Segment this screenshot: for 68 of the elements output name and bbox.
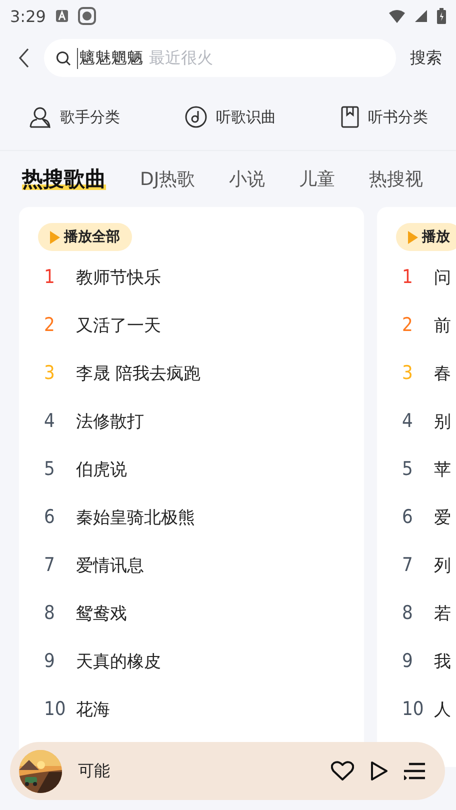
search-field[interactable]: 魑魅魍魉 最近很火 [44, 39, 396, 77]
song-title[interactable]: 秦始皇骑北极熊 [76, 506, 195, 528]
rank-number: 5 [44, 458, 56, 480]
song-title[interactable]: 鸳鸯戏 [76, 602, 127, 624]
rank-number: 10 [44, 698, 67, 720]
rank-number: 2 [402, 314, 414, 336]
category-label[interactable]: 歌手分类 [60, 108, 120, 126]
play-icon [50, 230, 60, 244]
play-icon [408, 230, 418, 244]
tab[interactable]: 儿童 [299, 167, 336, 191]
tab[interactable]: 小说 [229, 167, 266, 191]
rank-number: 9 [44, 650, 56, 672]
song-title[interactable]: 列 [434, 554, 451, 576]
song-title[interactable]: 花海 [76, 698, 110, 720]
music-disc-icon [185, 106, 207, 128]
song-title: 可能 [78, 760, 111, 782]
rank-number: 7 [44, 554, 56, 576]
song-title[interactable]: 我 [434, 650, 451, 672]
song-title[interactable]: 李晟 陪我去疯跑 [76, 362, 200, 384]
status-time: 3:29 [10, 6, 46, 26]
rank-number: 6 [402, 506, 414, 528]
song-title[interactable]: 若 [434, 602, 451, 624]
song-title[interactable]: 别 [434, 410, 451, 432]
song-title[interactable]: 问 [434, 266, 451, 288]
play-all-button[interactable]: 播放 [396, 223, 456, 251]
song-title[interactable]: 爱情讯息 [76, 554, 144, 576]
play-icon[interactable] [370, 761, 388, 781]
rank-number: 10 [402, 698, 425, 720]
playlist-icon[interactable] [404, 762, 425, 780]
song-title[interactable]: 天真的橡皮 [76, 650, 161, 672]
battery-icon [437, 8, 446, 24]
app-icon [78, 7, 96, 25]
signal-icon [415, 10, 427, 22]
rank-number: 4 [44, 410, 56, 432]
song-title[interactable]: 爱 [434, 506, 451, 528]
rank-number: 4 [402, 410, 414, 432]
song-title[interactable]: 又活了一天 [76, 314, 161, 336]
wifi-icon [389, 10, 405, 22]
song-title[interactable]: 法修散打 [76, 410, 144, 432]
song-title[interactable]: 教师节快乐 [76, 266, 161, 288]
search-button[interactable]: 搜索 [410, 44, 442, 72]
rank-number: 3 [44, 362, 56, 384]
song-title[interactable]: 伯虎说 [76, 458, 127, 480]
rank-number: 3 [402, 362, 414, 384]
rank-number: 8 [402, 602, 414, 624]
rank-number: 8 [44, 602, 56, 624]
search-icon [56, 50, 71, 66]
song-title[interactable]: 前 [434, 314, 451, 336]
category-label[interactable]: 听歌识曲 [216, 108, 276, 126]
category-label[interactable]: 听书分类 [368, 108, 428, 126]
notification-icon [56, 10, 68, 22]
rank-number: 5 [402, 458, 414, 480]
back-icon[interactable] [18, 48, 30, 68]
rank-number: 1 [44, 266, 56, 288]
rank-number: 2 [44, 314, 56, 336]
tab[interactable]: DJ热歌 [140, 167, 196, 191]
rank-number: 1 [402, 266, 414, 288]
tab[interactable]: 热搜视 [369, 167, 424, 191]
rank-number: 7 [402, 554, 414, 576]
rank-number: 6 [44, 506, 56, 528]
play-all-button[interactable]: 播放全部 [38, 223, 132, 251]
book-icon [341, 106, 359, 128]
heart-icon[interactable] [331, 761, 354, 781]
song-title[interactable]: 春 [434, 362, 451, 384]
person-icon [29, 106, 51, 128]
song-title[interactable]: 人 [434, 698, 451, 720]
song-title[interactable]: 苹 [434, 458, 451, 480]
rank-number: 9 [402, 650, 414, 672]
